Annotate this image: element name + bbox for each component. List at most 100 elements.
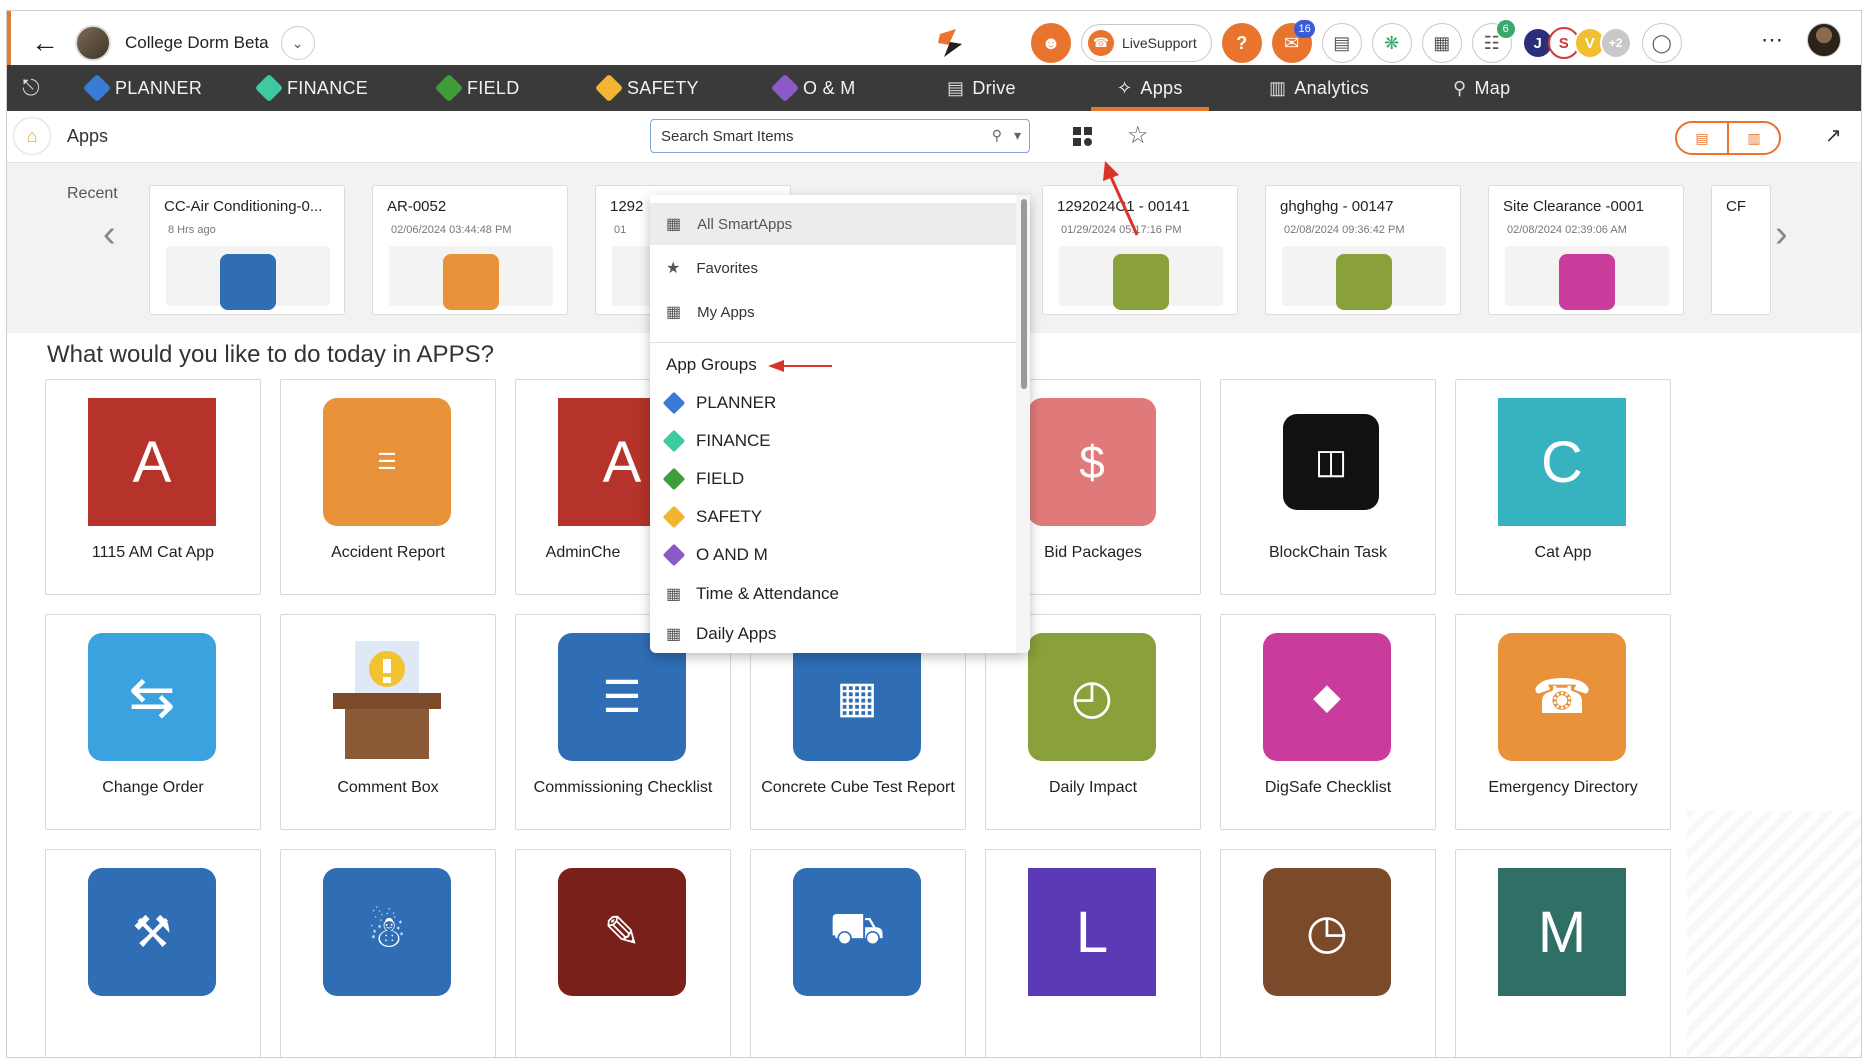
nav-apps[interactable]: ✧ Apps <box>1091 65 1209 111</box>
project-name[interactable]: College Dorm Beta <box>125 33 269 53</box>
finance-icon <box>662 429 686 453</box>
app-tile-label: 1115 AM Cat App <box>91 544 215 561</box>
nav-map[interactable]: ⚲ Map <box>1453 65 1510 111</box>
app-tile[interactable]: ⚒ <box>45 849 261 1057</box>
chevron-left-icon[interactable]: ‹ <box>103 213 116 256</box>
group-label: FIELD <box>696 469 745 488</box>
chart-view-icon[interactable]: ▥ <box>1727 123 1779 153</box>
recent-card[interactable]: CC-Air Conditioning-0... 8 Hrs ago <box>149 185 345 315</box>
grid-view-icon[interactable] <box>1072 126 1094 148</box>
external-link-icon[interactable]: ↗ <box>1825 123 1842 148</box>
nav-label: Apps <box>1140 77 1183 98</box>
safety-icon <box>662 505 686 529</box>
recent-card-date: 01 <box>614 224 627 236</box>
page-question: What would you like to do today in APPS? <box>47 341 494 368</box>
group-finance[interactable]: FINANCE <box>662 423 771 459</box>
user-avatars[interactable]: J S V +2 <box>1521 27 1632 59</box>
app-tile[interactable]: ◫ BlockChain Task <box>1220 379 1436 595</box>
nav-planner[interactable]: PLANNER <box>82 65 203 111</box>
project-thumbnail[interactable] <box>75 25 111 61</box>
smart-items-dropdown: ▦ All SmartApps ★ Favorites ▦ My Apps Ap… <box>650 195 1030 653</box>
accident-report-icon <box>443 254 499 310</box>
view-toggle[interactable]: ▤ ▥ <box>1675 121 1781 155</box>
recent-card[interactable]: Site Clearance -0001 02/08/2024 02:39:06… <box>1488 185 1684 315</box>
blockchain-icon: ◫ <box>1283 414 1379 510</box>
search-icon[interactable]: ⚲ <box>992 127 1002 144</box>
nav-o-and-m[interactable]: O & M <box>770 65 856 111</box>
nav-analytics[interactable]: ▥ Analytics <box>1269 65 1369 111</box>
app-tile[interactable]: C Cat App <box>1455 379 1671 595</box>
page-title: Apps <box>67 126 109 146</box>
truck-delivery-icon: ⛟ <box>793 868 921 996</box>
app-tile-label: Daily Impact <box>1048 779 1138 796</box>
dropdown-scrollbar[interactable] <box>1016 195 1030 653</box>
chevron-down-icon[interactable]: ▾ <box>1014 127 1021 144</box>
document-search-icon[interactable]: ▦ <box>1421 23 1462 63</box>
chat-icon[interactable]: ◯ <box>1641 23 1682 63</box>
recent-card[interactable]: ghghghg - 00147 02/08/2024 09:36:42 PM <box>1265 185 1461 315</box>
nav-drive[interactable]: ▤ Drive <box>947 65 1016 111</box>
app-tile[interactable]: M <box>1455 849 1671 1057</box>
delivery-time-icon: ◷ <box>1263 868 1391 996</box>
power-icon[interactable]: ⎋ <box>7 65 55 111</box>
back-arrow-icon[interactable]: ← <box>25 23 65 63</box>
group-label: Time & Attendance <box>696 584 840 603</box>
livesupport-button[interactable]: ☎ LiveSupport <box>1081 24 1212 62</box>
group-safety[interactable]: SAFETY <box>662 499 762 535</box>
cart-icon[interactable]: ☷ 6 <box>1471 20 1515 63</box>
dd-my-apps[interactable]: ▦ My Apps <box>650 291 1016 333</box>
app-tile-label: DigSafe Checklist <box>1264 779 1392 796</box>
group-planner[interactable]: PLANNER <box>662 385 776 421</box>
annotation-arrow <box>768 360 832 372</box>
notification-count: 16 <box>1294 20 1315 38</box>
app-tile-label: Emergency Directory <box>1488 779 1638 796</box>
home-icon[interactable]: ⌂ <box>13 117 51 155</box>
notifications-icon[interactable]: ✉ 16 <box>1271 20 1315 63</box>
app-tile[interactable]: ⛟ <box>750 849 966 1057</box>
group-field[interactable]: FIELD <box>662 461 745 497</box>
chevron-down-icon[interactable]: ⌄ <box>280 26 315 60</box>
group-time-attendance[interactable]: ▦ Time & Attendance <box>666 576 839 612</box>
nav-finance[interactable]: FINANCE <box>254 65 368 111</box>
scroll-thumb[interactable] <box>1021 199 1027 389</box>
group-label: O AND M <box>696 545 768 564</box>
app-tile[interactable]: ◆ DigSafe Checklist <box>1220 614 1436 830</box>
grid-icon: ▦ <box>666 304 682 321</box>
nav-field[interactable]: FIELD <box>434 65 520 111</box>
help-icon[interactable]: ? <box>1221 23 1262 63</box>
dd-all-smartapps[interactable]: ▦ All SmartApps <box>650 203 1016 245</box>
nav-label: PLANNER <box>115 77 203 98</box>
recent-card[interactable]: CF <box>1711 185 1771 315</box>
recent-card-title: AR-0052 <box>387 198 447 215</box>
recent-card[interactable]: AR-0052 02/06/2024 03:44:48 PM <box>372 185 568 315</box>
nav-safety[interactable]: SAFETY <box>594 65 699 111</box>
app-tile[interactable]: ◷ <box>1220 849 1436 1057</box>
app-tile[interactable]: ☃ <box>280 849 496 1057</box>
dd-favorites[interactable]: ★ Favorites <box>650 247 1016 289</box>
bid-packages-icon: $ <box>1028 398 1156 526</box>
app-tile[interactable]: ☎ Emergency Directory <box>1455 614 1671 830</box>
clipboard-icon[interactable]: ▤ <box>1321 23 1362 63</box>
search-input[interactable]: Search Smart Items ⚲ ▾ <box>650 119 1030 153</box>
favorite-star-icon[interactable]: ☆ <box>1127 121 1149 150</box>
app-launcher-icon[interactable]: ⋯ <box>1761 27 1783 53</box>
group-daily-apps[interactable]: ▦ Daily Apps <box>666 616 776 652</box>
finance-icon <box>254 73 284 103</box>
app-tile[interactable]: ✎ <box>515 849 731 1057</box>
dd-item-label: All SmartApps <box>697 215 793 233</box>
group-o-and-m[interactable]: O AND M <box>662 537 768 573</box>
app-tile[interactable]: L <box>985 849 1201 1057</box>
app-tile[interactable]: ⇆ Change Order <box>45 614 261 830</box>
app-tile[interactable]: Comment Box <box>280 614 496 830</box>
user-profile-avatar[interactable] <box>1807 23 1841 57</box>
app-tile-label: Comment Box <box>337 779 439 796</box>
avatar-overflow[interactable]: +2 <box>1599 27 1632 59</box>
robot-assistant-icon[interactable]: ☻ <box>1031 23 1071 63</box>
app-tile[interactable]: ☰ Accident Report <box>280 379 496 595</box>
chevron-right-icon[interactable]: › <box>1775 213 1788 256</box>
list-view-icon[interactable]: ▤ <box>1677 123 1727 153</box>
network-icon[interactable]: ❋ <box>1371 23 1412 63</box>
app-letter-icon: L <box>1028 868 1156 996</box>
app-tile[interactable]: A 1115 AM Cat App <box>45 379 261 595</box>
comment-box-icon <box>323 633 451 761</box>
